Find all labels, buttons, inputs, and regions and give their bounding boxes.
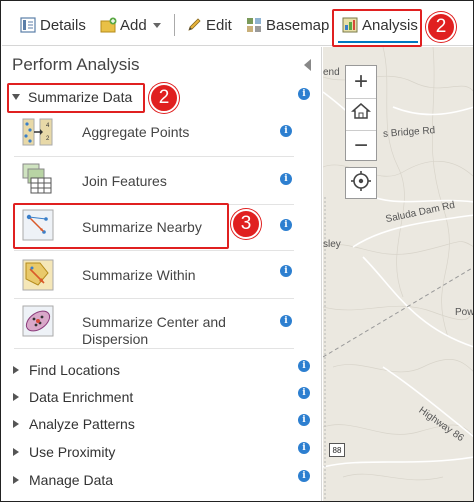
- tool-label-line2: Dispersion: [82, 331, 149, 347]
- info-icon[interactable]: i: [280, 219, 292, 231]
- info-icon[interactable]: i: [280, 173, 292, 185]
- locate-button[interactable]: [345, 167, 377, 199]
- basemap-label: Basemap: [266, 16, 330, 34]
- section-find-locations[interactable]: Find Locations: [10, 359, 120, 381]
- section-label: Use Proximity: [29, 444, 116, 460]
- tool-join-features[interactable]: Join Features: [14, 157, 294, 205]
- window-frame: Details Add Edit Basemap Analysis 2 Perf…: [0, 0, 474, 502]
- zoom-in-button[interactable]: +: [346, 66, 376, 98]
- info-icon[interactable]: i: [298, 88, 310, 100]
- tool-label: Join Features: [82, 173, 167, 189]
- aggregate-points-icon: 42: [22, 116, 54, 148]
- add-icon: [100, 17, 117, 33]
- tool-summarize-within[interactable]: Summarize Within: [14, 251, 294, 299]
- info-icon[interactable]: i: [298, 387, 310, 399]
- home-button[interactable]: [346, 98, 376, 130]
- details-label: Details: [40, 16, 86, 34]
- tool-label: Aggregate Points: [82, 124, 190, 140]
- summarize-center-dispersion-icon: [22, 305, 54, 337]
- tool-aggregate-points[interactable]: 42 Aggregate Points: [14, 109, 294, 157]
- tool-label: Summarize Within: [82, 267, 196, 283]
- info-icon[interactable]: i: [280, 265, 292, 277]
- analysis-panel: Perform Analysis Summarize Data i 42 Agg…: [2, 47, 322, 501]
- locate-icon: [350, 170, 372, 197]
- tool-label-line1: Summarize Center and: [82, 314, 226, 330]
- edit-button[interactable]: Edit: [186, 14, 232, 36]
- collapsed-triangle-icon: [13, 476, 19, 484]
- section-label: Find Locations: [29, 362, 121, 378]
- summarize-data-highlight-box: [7, 83, 145, 113]
- section-label: Analyze Patterns: [29, 416, 135, 432]
- callout-number-summarize-data: 2: [149, 83, 179, 113]
- home-icon: [351, 100, 371, 128]
- info-icon[interactable]: i: [298, 414, 310, 426]
- tool-summarize-center-dispersion[interactable]: Summarize Center and Dispersion: [14, 299, 294, 349]
- map-label-sley: sley: [323, 239, 341, 250]
- info-icon[interactable]: i: [298, 442, 310, 454]
- basemap-icon: [246, 17, 262, 33]
- edit-label: Edit: [206, 16, 232, 34]
- info-icon[interactable]: i: [298, 360, 310, 372]
- toolbar-divider: [174, 14, 175, 36]
- summarize-within-icon: [22, 259, 54, 291]
- tool-label: Summarize Center and Dispersion: [82, 314, 226, 348]
- collapsed-triangle-icon: [13, 420, 19, 428]
- summarize-nearby-highlight-box: [13, 203, 229, 249]
- collapsed-triangle-icon: [13, 448, 19, 456]
- map-view[interactable]: end s Bridge Rd Saluda Dam Rd sley Pow H…: [323, 47, 474, 501]
- callout-number-summarize-nearby: 3: [231, 209, 261, 239]
- add-button[interactable]: Add: [100, 14, 161, 36]
- zoom-out-button[interactable]: −: [346, 130, 376, 162]
- collapsed-triangle-icon: [13, 393, 19, 401]
- add-label: Add: [120, 16, 147, 34]
- map-label-end: end: [323, 67, 340, 78]
- info-icon[interactable]: i: [280, 315, 292, 327]
- info-icon[interactable]: i: [298, 470, 310, 482]
- zoom-controls: + −: [345, 65, 377, 161]
- section-analyze-patterns[interactable]: Analyze Patterns: [10, 413, 135, 435]
- highway-shield: 88: [329, 443, 345, 457]
- join-features-icon: [22, 163, 54, 195]
- section-data-enrichment[interactable]: Data Enrichment: [10, 386, 133, 408]
- callout-number-analysis: 2: [426, 12, 456, 42]
- pencil-icon: [186, 17, 202, 33]
- map-label-pow: Pow: [455, 307, 474, 318]
- chevron-down-icon: [152, 22, 161, 28]
- collapse-panel-icon[interactable]: [304, 59, 311, 71]
- section-label: Manage Data: [29, 472, 114, 488]
- details-button[interactable]: Details: [20, 14, 86, 36]
- collapsed-triangle-icon: [13, 366, 19, 374]
- section-label: Data Enrichment: [29, 389, 134, 405]
- section-use-proximity[interactable]: Use Proximity: [10, 441, 115, 463]
- panel-title: Perform Analysis: [12, 55, 140, 74]
- section-manage-data[interactable]: Manage Data: [10, 469, 113, 491]
- info-icon[interactable]: i: [280, 125, 292, 137]
- details-icon: [20, 17, 36, 33]
- analysis-highlight-box: [332, 9, 422, 47]
- basemap-button[interactable]: Basemap: [246, 14, 329, 36]
